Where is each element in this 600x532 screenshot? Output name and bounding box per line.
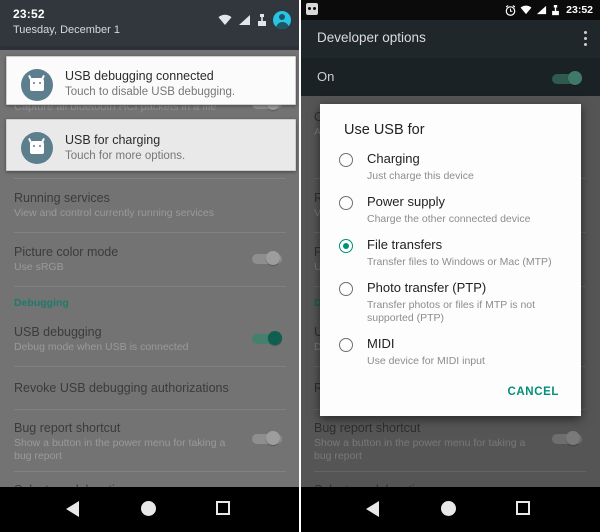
row-subtitle: Use sRGB bbox=[14, 261, 64, 273]
home-icon[interactable] bbox=[441, 501, 456, 516]
option-description: Use device for MIDI input bbox=[367, 355, 485, 367]
radio-option-photo-transfer-ptp[interactable]: Photo transfer (PTP) Transfer photos or … bbox=[320, 277, 581, 333]
toggle-knob bbox=[266, 431, 280, 445]
signal-icon bbox=[239, 15, 250, 25]
radio-option-charging[interactable]: Charging Just charge this device bbox=[320, 148, 581, 191]
right-action-bar: Developer options bbox=[300, 20, 600, 58]
master-switch-label: On bbox=[317, 69, 335, 84]
alarm-icon bbox=[505, 4, 516, 16]
option-label: MIDI bbox=[367, 336, 395, 351]
radio-option-power-supply[interactable]: Power supply Charge the other connected … bbox=[320, 191, 581, 234]
status-time: 23:52 bbox=[566, 4, 593, 16]
notification-title: USB for charging bbox=[65, 133, 161, 147]
usb-icon bbox=[552, 4, 560, 15]
android-debug-icon bbox=[21, 69, 53, 101]
left-navigation-bar bbox=[0, 487, 300, 532]
notification-usb-for-charging[interactable]: USB for charging Touch for more options. bbox=[6, 119, 296, 171]
notification-subtitle: Touch for more options. bbox=[65, 150, 186, 162]
left-row-running-services[interactable]: Running services View and control curren… bbox=[0, 191, 300, 220]
option-label: Photo transfer (PTP) bbox=[367, 280, 487, 295]
status-time: 23:52 bbox=[13, 7, 45, 21]
row-title: Picture color mode bbox=[14, 245, 119, 259]
list-divider bbox=[14, 409, 286, 410]
status-icons bbox=[218, 11, 291, 29]
cancel-button[interactable]: CANCEL bbox=[503, 380, 563, 404]
list-divider bbox=[14, 471, 286, 472]
row-subtitle: Show a button in the power menu for taki… bbox=[14, 437, 226, 462]
toggle-knob bbox=[266, 251, 280, 265]
right-phone-screen: Open... A... Running services View and c… bbox=[300, 0, 600, 532]
user-avatar-icon[interactable] bbox=[273, 11, 291, 29]
radio-icon[interactable] bbox=[339, 196, 353, 210]
radio-icon[interactable] bbox=[339, 239, 353, 253]
recents-icon[interactable] bbox=[216, 501, 230, 515]
toggle-picture-color-mode[interactable] bbox=[252, 251, 286, 265]
list-divider bbox=[14, 178, 286, 179]
left-phone-screen: Capture all bluetooth HCI packets in a f… bbox=[0, 0, 300, 532]
recents-icon[interactable] bbox=[516, 501, 530, 515]
android-debug-icon bbox=[306, 3, 318, 15]
page-title: Developer options bbox=[317, 30, 426, 45]
toggle-knob bbox=[568, 71, 582, 85]
overflow-menu-icon[interactable] bbox=[584, 31, 588, 47]
toggle-knob bbox=[268, 331, 282, 345]
android-usb-icon bbox=[21, 132, 53, 164]
status-icons: 23:52 bbox=[505, 4, 593, 16]
toggle-developer-options[interactable] bbox=[552, 71, 586, 85]
wifi-icon bbox=[520, 5, 532, 15]
right-navigation-bar bbox=[300, 487, 600, 532]
use-usb-for-dialog: Use USB for Charging Just charge this de… bbox=[320, 104, 581, 416]
developer-options-master-switch-row[interactable]: On bbox=[300, 58, 600, 96]
radio-option-file-transfers[interactable]: File transfers Transfer files to Windows… bbox=[320, 234, 581, 277]
section-header: Debugging bbox=[14, 297, 69, 309]
usb-icon bbox=[258, 13, 266, 26]
right-status-bar: 23:52 bbox=[300, 0, 600, 20]
back-icon[interactable] bbox=[66, 501, 79, 517]
radio-icon[interactable] bbox=[339, 153, 353, 167]
panel-divider bbox=[299, 0, 301, 532]
option-label: Charging bbox=[367, 151, 420, 166]
row-title: Running services bbox=[14, 191, 110, 205]
list-divider bbox=[14, 366, 286, 367]
back-icon[interactable] bbox=[366, 501, 379, 517]
wifi-icon bbox=[218, 14, 232, 25]
option-description: Just charge this device bbox=[367, 170, 474, 182]
home-icon[interactable] bbox=[141, 501, 156, 516]
row-subtitle: View and control currently running servi… bbox=[14, 207, 214, 219]
list-divider bbox=[14, 232, 286, 233]
option-description: Transfer photos or files if MTP is not s… bbox=[367, 299, 536, 324]
row-title: USB debugging bbox=[14, 325, 102, 339]
toggle-bug-report-shortcut[interactable] bbox=[252, 431, 286, 445]
signal-icon bbox=[537, 5, 547, 15]
row-title: Bug report shortcut bbox=[14, 421, 121, 435]
notification-shade-edge bbox=[0, 46, 300, 50]
left-section-debugging: Debugging bbox=[0, 297, 300, 310]
row-subtitle: Debug mode when USB is connected bbox=[14, 341, 189, 353]
radio-icon[interactable] bbox=[339, 282, 353, 296]
option-description: Transfer files to Windows or Mac (MTP) bbox=[367, 256, 552, 268]
dialog-title: Use USB for bbox=[344, 122, 425, 138]
screenshot-root: Capture all bluetooth HCI packets in a f… bbox=[0, 0, 600, 532]
notification-usb-debugging-connected[interactable]: USB debugging connected Touch to disable… bbox=[6, 56, 296, 105]
left-row-revoke-usb-auth[interactable]: Revoke USB debugging authorizations bbox=[0, 381, 300, 396]
option-description: Charge the other connected device bbox=[367, 213, 531, 225]
radio-icon[interactable] bbox=[339, 338, 353, 352]
row-title: Revoke USB debugging authorizations bbox=[14, 381, 229, 395]
list-divider bbox=[14, 286, 286, 287]
radio-option-midi[interactable]: MIDI Use device for MIDI input bbox=[320, 333, 581, 376]
toggle-usb-debugging[interactable] bbox=[252, 331, 286, 345]
notification-subtitle: Touch to disable USB debugging. bbox=[65, 86, 236, 98]
notification-title: USB debugging connected bbox=[65, 69, 214, 83]
left-status-bar: 23:52 Tuesday, December 1 bbox=[0, 0, 300, 48]
option-label: File transfers bbox=[367, 237, 443, 252]
status-date: Tuesday, December 1 bbox=[13, 24, 120, 36]
dialog-actions: CANCEL bbox=[320, 376, 581, 416]
option-label: Power supply bbox=[367, 194, 446, 209]
